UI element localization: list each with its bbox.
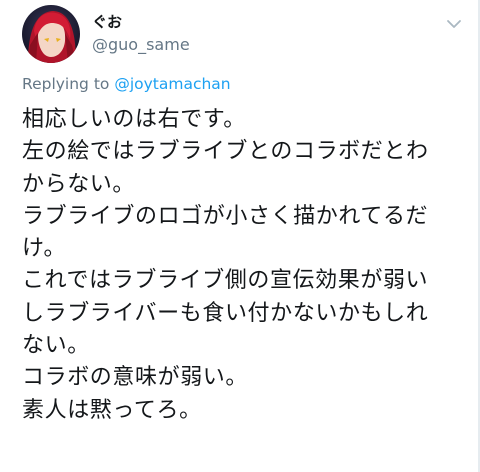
tweet-line: け。 [22, 236, 67, 262]
user-handle[interactable]: @guo_same [92, 35, 190, 55]
tweet-line: からない。 [22, 171, 136, 197]
replying-to: Replying to @joytamachan [22, 74, 231, 94]
tweet-line: これではラブライブ側の宣伝効果が弱い [22, 268, 429, 294]
tweet-line: 左の絵ではラブライブとのコラボだとわ [22, 139, 429, 165]
chevron-down-icon[interactable] [444, 14, 464, 34]
tweet-line: ラブライブのロゴが小さく描かれてるだ [22, 203, 429, 229]
display-name[interactable]: ぐお [92, 13, 122, 31]
tweet: ぐお @guo_same Replying to @joytamachan 相応… [0, 0, 480, 472]
reply-mention-link[interactable]: @joytamachan [114, 75, 230, 93]
replying-to-label: Replying to [22, 75, 115, 93]
tweet-text: 相応しいのは右です。 左の絵ではラブライブとのコラボだとわ からない。 ラブライ… [22, 104, 474, 427]
tweet-line: 素人は黙ってろ。 [22, 397, 202, 423]
avatar[interactable] [22, 5, 80, 63]
tweet-line: コラボの意味が弱い。 [22, 365, 249, 391]
tweet-line: ない。 [22, 333, 90, 359]
tweet-line: 相応しいのは右です。 [22, 107, 246, 132]
tweet-line: しラブライバーも食い付かないかもしれ [22, 300, 429, 326]
